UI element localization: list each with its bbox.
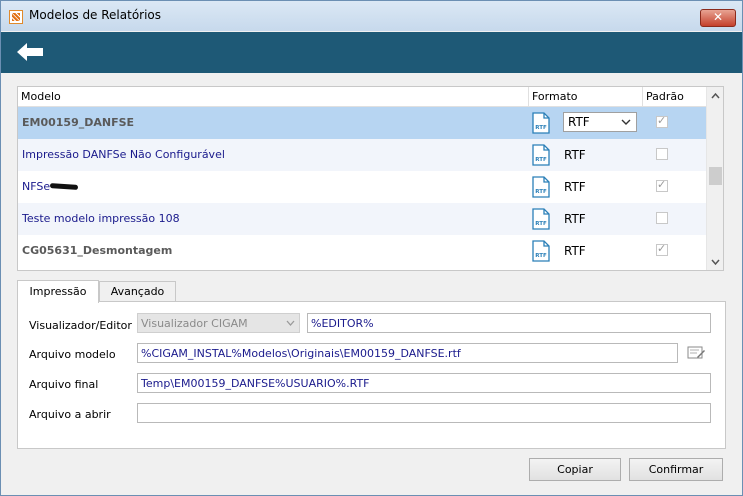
rtf-file-icon: RTF	[532, 144, 550, 166]
default-checkbox[interactable]	[656, 178, 668, 192]
visualizador-select: Visualizador CIGAM	[137, 313, 300, 333]
scroll-thumb[interactable]	[709, 167, 722, 185]
scroll-up-icon[interactable]	[711, 92, 720, 101]
grid-scrollbar[interactable]	[706, 87, 723, 270]
report-models-window: Modelos de Relatórios ✕ Modelo Formato P…	[0, 0, 743, 496]
arquivo-abrir-field[interactable]	[137, 403, 711, 423]
model-name: NFSe	[22, 180, 51, 193]
svg-text:RTF: RTF	[535, 189, 547, 195]
format-value: RTF	[564, 180, 586, 194]
arquivo-modelo-field[interactable]: %CIGAM_INSTAL%Modelos\Originais\EM00159_…	[137, 343, 678, 363]
rtf-file-icon: RTF	[532, 240, 550, 262]
table-row[interactable]: Teste modelo impressão 108 RTF RTF	[18, 203, 706, 235]
tab-avancado[interactable]: Avançado	[99, 281, 176, 302]
rtf-file-icon: RTF	[532, 176, 550, 198]
column-header-modelo[interactable]: Modelo	[21, 90, 61, 103]
table-row[interactable]: EM00159_DANFSE RTF RTF	[18, 107, 706, 139]
format-value: RTF	[564, 212, 586, 226]
model-name: Impressão DANFSe Não Configurável	[22, 148, 225, 161]
rtf-file-icon: RTF	[532, 112, 550, 134]
model-name: Teste modelo impressão 108	[22, 212, 180, 225]
format-select-value: RTF	[568, 115, 590, 129]
app-logo-icon	[9, 10, 23, 24]
scroll-down-icon[interactable]	[711, 257, 720, 266]
redaction-mark	[49, 183, 79, 190]
svg-text:RTF: RTF	[535, 125, 547, 131]
arquivo-final-field[interactable]: Temp\EM00159_DANFSE%USUARIO%.RTF	[137, 373, 711, 393]
browse-file-icon[interactable]	[686, 344, 706, 361]
editor-field[interactable]: %EDITOR%	[307, 313, 711, 333]
table-row[interactable]: Impressão DANFSe Não Configurável RTF RTF	[18, 139, 706, 171]
table-row[interactable]: CG05631_Desmontagem RTF RTF	[18, 235, 706, 267]
chevron-down-icon[interactable]	[621, 119, 631, 125]
svg-text:RTF: RTF	[535, 157, 547, 163]
format-select[interactable]: RTF	[563, 112, 637, 132]
svg-text:RTF: RTF	[535, 253, 547, 259]
arquivo-final-label: Arquivo final	[29, 378, 99, 391]
default-checkbox[interactable]	[656, 148, 668, 160]
model-name: EM00159_DANFSE	[22, 116, 135, 129]
toolbar	[1, 32, 742, 73]
back-arrow-icon[interactable]	[15, 41, 45, 63]
chevron-down-icon	[286, 320, 295, 326]
table-row[interactable]: NFSe RTF RTF	[18, 171, 706, 203]
impressao-panel: Visualizador/Editor Visualizador CIGAM %…	[17, 301, 726, 449]
visualizador-select-value: Visualizador CIGAM	[141, 317, 248, 330]
window-title: Modelos de Relatórios	[29, 8, 162, 22]
confirmar-button[interactable]: Confirmar	[629, 458, 723, 481]
svg-text:RTF: RTF	[535, 221, 547, 227]
grid-header: Modelo Formato Padrão	[18, 87, 706, 107]
format-value: RTF	[564, 244, 586, 258]
default-checkbox[interactable]	[656, 212, 668, 224]
column-header-padrao[interactable]: Padrão	[646, 90, 684, 103]
title-bar: Modelos de Relatórios ✕	[1, 1, 742, 31]
arquivo-modelo-label: Arquivo modelo	[29, 348, 116, 361]
visualizador-label: Visualizador/Editor	[29, 319, 132, 332]
model-name: CG05631_Desmontagem	[22, 244, 173, 257]
column-header-formato[interactable]: Formato	[532, 90, 578, 103]
close-button[interactable]: ✕	[700, 9, 736, 27]
tab-impressao[interactable]: Impressão	[17, 280, 99, 303]
format-value: RTF	[564, 148, 586, 162]
arquivo-abrir-label: Arquivo a abrir	[29, 408, 111, 421]
models-grid: Modelo Formato Padrão EM00159_DANFSE RTF R…	[17, 86, 724, 271]
default-checkbox[interactable]	[656, 242, 668, 256]
copiar-button[interactable]: Copiar	[529, 458, 621, 481]
rtf-file-icon: RTF	[532, 208, 550, 230]
default-checkbox[interactable]	[656, 114, 668, 128]
